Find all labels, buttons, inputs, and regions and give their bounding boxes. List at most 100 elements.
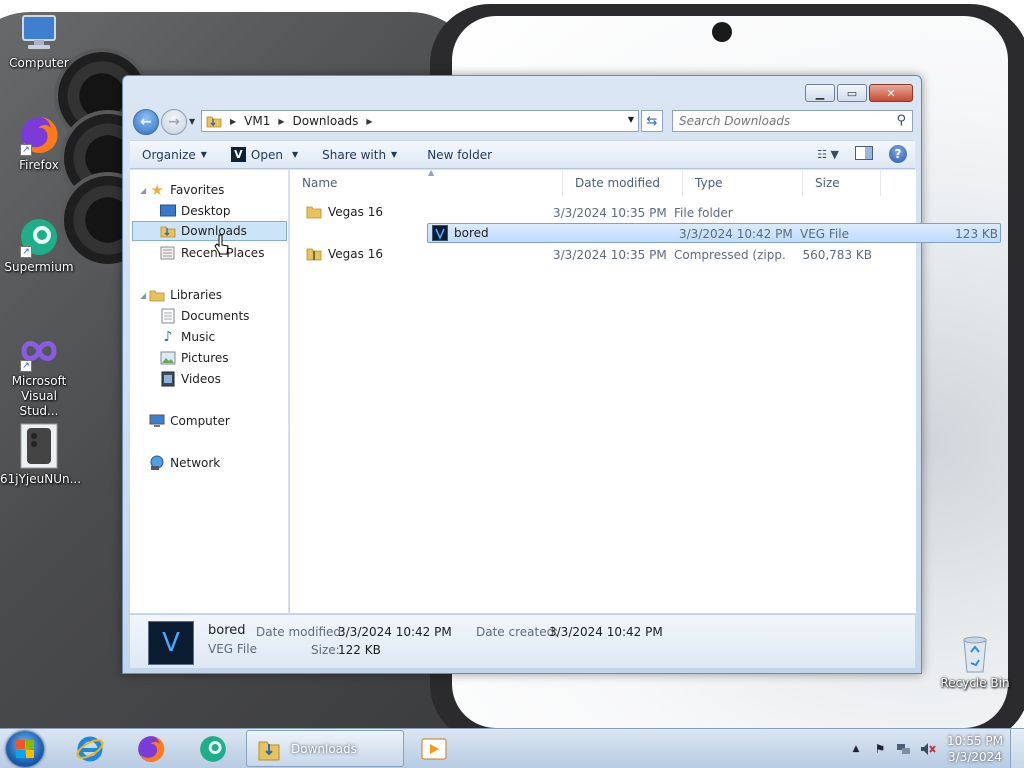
libraries-icon xyxy=(149,287,165,303)
details-pane: V bored VEG File Date modified: 3/3/2024… xyxy=(130,614,915,668)
computer-icon xyxy=(149,413,165,429)
desktop-icon-computer[interactable]: Computer xyxy=(0,12,78,71)
desktop-icon-firefox[interactable]: ↗ Firefox xyxy=(0,114,78,173)
file-row-selected[interactable]: bored 3/3/2024 10:42 PM VEG File 123 KB xyxy=(427,223,1001,243)
window-controls: ▁ ▭ ✕ xyxy=(805,84,913,102)
share-with-label: Share with xyxy=(322,147,387,162)
details-date-modified-value: 3/3/2024 10:42 PM xyxy=(338,625,452,639)
nav-label: Libraries xyxy=(170,288,222,302)
column-header-name[interactable]: Name xyxy=(290,170,563,196)
folder-icon xyxy=(202,113,226,129)
column-header-type[interactable]: Type xyxy=(683,170,803,196)
nav-videos[interactable]: Videos xyxy=(160,369,221,389)
breadcrumb-separator-icon[interactable]: ▶ xyxy=(226,117,240,126)
show-hidden-icons-icon[interactable]: ▲ xyxy=(847,740,865,758)
vegas-file-icon xyxy=(432,225,448,241)
start-button[interactable] xyxy=(6,731,44,767)
organize-button[interactable]: Organize ▼ xyxy=(130,141,217,168)
taskbar-firefox[interactable] xyxy=(131,733,171,765)
nav-recent-places[interactable]: Recent Places xyxy=(160,243,264,263)
music-icon: ♪ xyxy=(163,329,173,345)
recent-pages-dropdown[interactable]: ▼ xyxy=(189,117,195,126)
breadcrumb-downloads[interactable]: Downloads xyxy=(289,114,363,128)
open-label: Open xyxy=(250,147,283,162)
chevron-down-icon: ▼ xyxy=(391,150,398,159)
nav-music[interactable]: ♪ Music xyxy=(160,327,216,347)
file-row[interactable]: Vegas 16 3/3/2024 10:35 PM File folder xyxy=(302,203,876,223)
image-file-icon xyxy=(18,422,60,470)
folder-icon xyxy=(306,204,322,220)
address-bar[interactable]: ▶ VM1 ▶ Downloads ▶ ▼ xyxy=(201,110,639,132)
desktop-icon-supermium[interactable]: ↗ Supermium xyxy=(0,216,78,275)
expand-arrow-icon[interactable]: ◢ xyxy=(140,186,146,195)
change-view-button[interactable]: ☷ ▼ xyxy=(817,148,839,161)
visual-studio-icon: ↗ xyxy=(18,330,60,372)
network-icon xyxy=(149,455,165,471)
minimize-button[interactable]: ▁ xyxy=(805,84,835,102)
taskbar-supermium[interactable] xyxy=(193,733,233,765)
new-folder-button[interactable]: New folder xyxy=(407,141,502,168)
refresh-button[interactable]: ⇆ xyxy=(641,110,663,132)
forward-button[interactable]: → xyxy=(161,109,187,135)
file-size: 560,783 KB xyxy=(802,248,872,262)
search-box[interactable]: ⚲ xyxy=(672,110,913,132)
vegas-icon: V xyxy=(230,147,246,162)
details-size-label: Size: xyxy=(311,643,340,657)
column-label: Date modified xyxy=(575,176,661,190)
nav-documents[interactable]: Documents xyxy=(160,306,249,326)
back-button[interactable]: ← xyxy=(133,109,159,135)
network-status-icon[interactable] xyxy=(895,740,913,758)
file-type: Compressed (zipp... xyxy=(674,248,786,262)
file-row[interactable]: Vegas 16 3/3/2024 10:35 PM Compressed (z… xyxy=(302,245,876,265)
recent-places-icon xyxy=(160,245,176,261)
desktop-icon-image-file[interactable]: 61jYjeuNUn... xyxy=(0,422,81,487)
taskbar-vegas[interactable] xyxy=(414,733,454,765)
volume-muted-icon[interactable] xyxy=(919,740,937,758)
close-button[interactable]: ✕ xyxy=(869,84,913,102)
file-type: VEG File xyxy=(800,227,849,241)
pictures-icon xyxy=(160,350,176,366)
open-button[interactable]: V Open ▼ xyxy=(217,141,308,168)
help-icon[interactable]: ? xyxy=(889,145,907,163)
shortcut-arrow-icon: ↗ xyxy=(20,144,32,156)
nav-desktop[interactable]: Desktop xyxy=(160,201,231,221)
breadcrumb-separator-icon[interactable]: ▶ xyxy=(362,117,376,126)
nav-downloads[interactable]: Downloads xyxy=(132,221,287,241)
zip-folder-icon xyxy=(306,246,322,262)
file-date: 3/3/2024 10:35 PM xyxy=(553,206,667,220)
nav-favorites[interactable]: ◢ ★ Favorites xyxy=(140,180,224,200)
taskbar-explorer-downloads[interactable]: Downloads xyxy=(246,730,404,767)
action-center-flag-icon[interactable]: ⚑ xyxy=(871,740,889,758)
address-history-dropdown[interactable]: ▼ xyxy=(628,115,634,124)
breadcrumb-separator-icon[interactable]: ▶ xyxy=(274,117,288,126)
wallpaper-punch-hole xyxy=(712,22,732,42)
desktop-icon-visual-studio[interactable]: ↗ Microsoft Visual Stud... xyxy=(0,330,78,419)
nav-label: Computer xyxy=(170,414,230,428)
expand-arrow-icon[interactable]: ◢ xyxy=(140,291,146,300)
new-folder-label: New folder xyxy=(427,147,493,162)
column-header-size[interactable]: Size xyxy=(803,170,881,196)
system-tray: ▲ ⚑ 10:55 PM 3/3/2024 xyxy=(844,729,1024,768)
desktop-icon-recycle-bin[interactable]: Recycle Bin xyxy=(936,632,1014,691)
clock[interactable]: 10:55 PM 3/3/2024 xyxy=(940,733,1010,765)
windows-logo-icon xyxy=(16,740,34,758)
show-desktop-button[interactable] xyxy=(1010,729,1024,768)
search-input[interactable] xyxy=(673,114,888,128)
search-icon[interactable]: ⚲ xyxy=(896,113,906,128)
nav-pictures[interactable]: Pictures xyxy=(160,348,229,368)
shortcut-arrow-icon: ↗ xyxy=(20,360,32,372)
column-label: Type xyxy=(695,176,723,190)
maximize-button[interactable]: ▭ xyxy=(837,84,867,102)
taskbar-internet-explorer[interactable] xyxy=(70,733,110,765)
nav-computer[interactable]: ◢ Computer xyxy=(140,411,230,431)
file-type: File folder xyxy=(674,206,733,220)
share-with-button[interactable]: Share with ▼ xyxy=(308,141,407,168)
view-tools: ☷ ▼ ? xyxy=(817,145,907,163)
nav-network[interactable]: ◢ Network xyxy=(140,453,220,473)
preview-pane-button[interactable] xyxy=(855,145,873,163)
file-date: 3/3/2024 10:35 PM xyxy=(553,248,667,262)
breadcrumb-vm1[interactable]: VM1 xyxy=(240,114,274,128)
details-date-created-label: Date created: xyxy=(476,625,559,639)
nav-libraries[interactable]: ◢ Libraries xyxy=(140,285,222,305)
column-header-date-modified[interactable]: Date modified xyxy=(563,170,683,196)
